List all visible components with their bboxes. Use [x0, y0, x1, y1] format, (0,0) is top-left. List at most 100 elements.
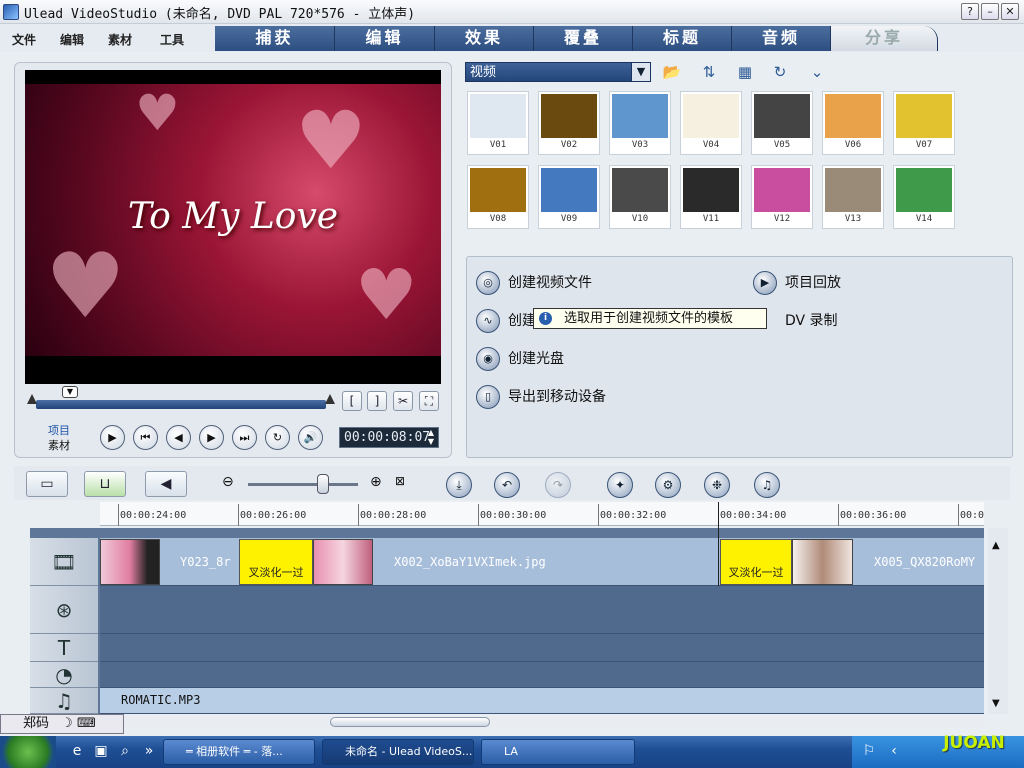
taskbar-item[interactable]: LA	[481, 739, 635, 765]
moon-icon[interactable]: ☽	[53, 716, 73, 731]
video-clip-label[interactable]: Y023_8r	[180, 555, 231, 569]
repeat-button[interactable]: ↻	[265, 425, 290, 450]
horizontal-scrollbar[interactable]	[100, 716, 984, 728]
trim-start-marker[interactable]	[27, 394, 37, 404]
insert-media-icon[interactable]: ⤓	[446, 472, 472, 498]
help-button[interactable]: ?	[961, 3, 979, 20]
video-clip-thumbnail[interactable]	[792, 539, 853, 585]
surround-mixer-icon[interactable]: ♫	[754, 472, 780, 498]
library-thumbnail[interactable]: V03	[609, 91, 671, 155]
tab-effect[interactable]: 效果	[435, 26, 534, 51]
folder-open-icon[interactable]: 📂	[660, 60, 684, 84]
volume-button[interactable]: 🔊	[298, 425, 323, 450]
library-thumbnail[interactable]: V09	[538, 165, 600, 229]
scrub-bar[interactable]	[36, 400, 326, 409]
smart-proxy-icon[interactable]: ✦	[607, 472, 633, 498]
menu-file[interactable]: 文件	[12, 31, 36, 48]
video-track-header[interactable]: 🎞	[30, 538, 98, 586]
voice-track[interactable]	[100, 662, 984, 688]
library-thumbnail[interactable]: V04	[680, 91, 742, 155]
video-clip-label[interactable]: X002_XoBaY1VXImek.jpg	[394, 555, 546, 569]
scroll-down-icon[interactable]: ▼	[992, 698, 1000, 709]
menu-edit[interactable]: 编辑	[60, 31, 84, 48]
menu-clip[interactable]: 素材	[108, 31, 132, 48]
overlay-track-header[interactable]: ⊛	[30, 586, 98, 634]
storyboard-view-icon[interactable]: ▭	[26, 471, 68, 497]
video-clip-thumbnail[interactable]	[100, 539, 160, 585]
minimize-button[interactable]: –	[981, 3, 999, 20]
voice-track-header[interactable]: ◔	[30, 662, 98, 688]
library-thumbnail[interactable]: V12	[751, 165, 813, 229]
vertical-scrollbar[interactable]	[988, 528, 1008, 714]
zoom-slider-handle[interactable]	[317, 474, 329, 494]
music-clip[interactable]: ROMATIC.MP3	[100, 688, 984, 714]
library-thumbnail[interactable]: V01	[467, 91, 529, 155]
fit-project-icon[interactable]: ⊠	[395, 474, 405, 488]
track-manager-icon[interactable]: ❉	[704, 472, 730, 498]
horizontal-scrollbar-thumb[interactable]	[330, 717, 490, 727]
timecode-field[interactable]: 00:00:08:07	[339, 427, 439, 448]
trim-end-marker[interactable]	[325, 394, 335, 404]
browser-icon[interactable]: e	[68, 742, 86, 760]
library-thumbnail[interactable]: V08	[467, 165, 529, 229]
library-thumbnail[interactable]: V11	[680, 165, 742, 229]
tab-edit[interactable]: 编辑	[335, 26, 435, 51]
mark-in-button[interactable]: [	[342, 391, 362, 411]
close-button[interactable]: ✕	[1001, 3, 1019, 20]
play-button[interactable]: ▶	[100, 425, 125, 450]
tab-capture[interactable]: 捕获	[215, 26, 335, 51]
start-button[interactable]	[0, 736, 56, 768]
chevron-down-icon[interactable]: ▼	[631, 62, 651, 82]
tab-overlay[interactable]: 覆叠	[534, 26, 633, 51]
timecode-spinner[interactable]: ▲ ▼	[425, 428, 437, 447]
transition-clip[interactable]: 叉淡化一过	[720, 539, 792, 585]
taskbar-item[interactable]: ═ 相册软件 ═ - 落...	[163, 739, 315, 765]
title-track-header[interactable]: T	[30, 634, 98, 662]
library-dropdown[interactable]: 视频	[465, 62, 651, 82]
mode-project[interactable]: 项目	[48, 423, 70, 438]
batch-convert-icon[interactable]: ⚙	[655, 472, 681, 498]
mark-out-button[interactable]: ]	[367, 391, 387, 411]
keyboard-icon[interactable]: ⌨	[77, 716, 96, 731]
tab-title[interactable]: 标题	[633, 26, 732, 51]
ime-toolbar[interactable]: 郑码 ☽ ⌨	[0, 714, 124, 734]
library-thumbnail[interactable]: V14	[893, 165, 955, 229]
overlay-track[interactable]	[100, 586, 984, 634]
tab-audio[interactable]: 音频	[732, 26, 831, 51]
playhead-line[interactable]	[718, 502, 719, 586]
title-track[interactable]	[100, 634, 984, 662]
library-thumbnail[interactable]: V06	[822, 91, 884, 155]
mode-selector[interactable]: 项目 素材	[48, 423, 70, 453]
scroll-up-icon[interactable]: ▲	[992, 540, 1000, 551]
library-thumbnail[interactable]: V02	[538, 91, 600, 155]
desktop-icon[interactable]: ▣	[92, 742, 110, 760]
library-thumbnail[interactable]: V13	[822, 165, 884, 229]
search-icon[interactable]: ⌕	[116, 742, 134, 760]
timeline-view-icon[interactable]: ⊔	[84, 471, 126, 497]
next-frame-button[interactable]: ▶	[199, 425, 224, 450]
sort-icon[interactable]: ⇅	[697, 60, 721, 84]
cut-clip-icon[interactable]: ✂	[393, 391, 413, 411]
home-button[interactable]: ⏮	[133, 425, 158, 450]
library-thumbnail[interactable]: V05	[751, 91, 813, 155]
language-icon[interactable]: ⚐	[860, 742, 878, 760]
taskbar-item-active[interactable]: 未命名 - Ulead VideoS...	[322, 739, 474, 765]
undo-icon[interactable]: ↶	[494, 472, 520, 498]
zoom-slider[interactable]	[248, 483, 358, 486]
menu-tools[interactable]: 工具	[160, 31, 184, 48]
zoom-out-icon[interactable]: ⊖	[222, 474, 234, 490]
enlarge-preview-icon[interactable]: ⛶	[419, 391, 439, 411]
tab-share[interactable]: 分享	[831, 26, 938, 51]
library-thumbnail[interactable]: V07	[893, 91, 955, 155]
redo-icon[interactable]: ↷	[545, 472, 571, 498]
previous-frame-button[interactable]: ◀	[166, 425, 191, 450]
video-clip-label[interactable]: X005_QX820RoMY	[874, 555, 975, 569]
music-track-header[interactable]: ♫	[30, 688, 98, 714]
chevron-right-icon[interactable]: »	[140, 742, 158, 760]
chevron-left-icon[interactable]: ‹	[885, 742, 903, 760]
library-thumbnail[interactable]: V10	[609, 165, 671, 229]
refresh-icon[interactable]: ↻	[768, 60, 792, 84]
end-button[interactable]: ⏭	[232, 425, 257, 450]
video-clip-thumbnail[interactable]	[313, 539, 373, 585]
zoom-in-icon[interactable]: ⊕	[370, 474, 382, 490]
